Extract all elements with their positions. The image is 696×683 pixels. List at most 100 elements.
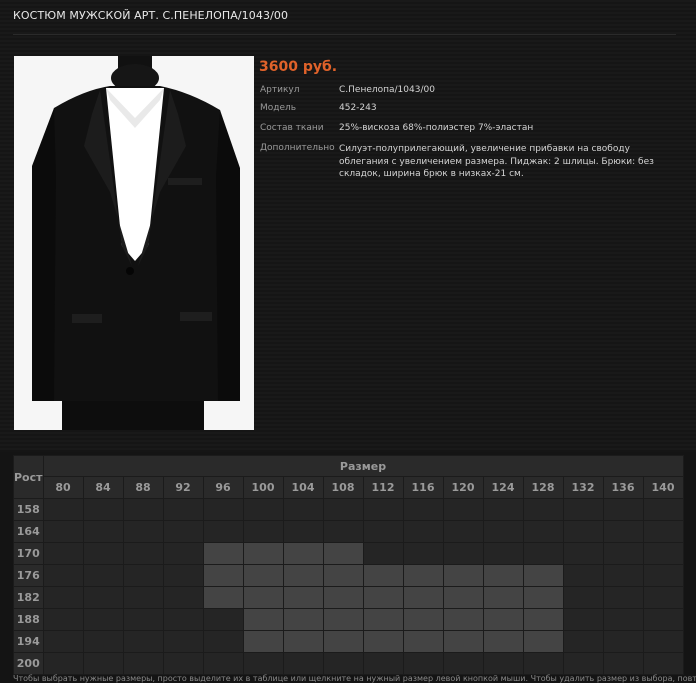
- size-cell-unavailable[interactable]: [642, 652, 684, 675]
- size-cell-available[interactable]: [402, 630, 444, 653]
- size-cell-unavailable[interactable]: [482, 498, 524, 521]
- size-cell-available[interactable]: [362, 564, 404, 587]
- size-cell-unavailable[interactable]: [42, 542, 84, 565]
- size-cell-unavailable[interactable]: [42, 586, 84, 609]
- size-cell-available[interactable]: [322, 608, 364, 631]
- size-cell-unavailable[interactable]: [242, 498, 284, 521]
- size-cell-unavailable[interactable]: [162, 608, 204, 631]
- size-col-header[interactable]: 96: [202, 476, 244, 499]
- size-cell-unavailable[interactable]: [42, 564, 84, 587]
- size-cell-unavailable[interactable]: [202, 520, 244, 543]
- size-col-header[interactable]: 140: [642, 476, 684, 499]
- size-cell-unavailable[interactable]: [82, 520, 124, 543]
- height-row-header[interactable]: 158: [13, 498, 44, 521]
- size-cell-available[interactable]: [402, 564, 444, 587]
- size-cell-unavailable[interactable]: [482, 652, 524, 675]
- size-cell-unavailable[interactable]: [442, 498, 484, 521]
- size-col-header[interactable]: 100: [242, 476, 284, 499]
- size-cell-unavailable[interactable]: [602, 630, 644, 653]
- size-cell-available[interactable]: [362, 608, 404, 631]
- size-cell-available[interactable]: [202, 586, 244, 609]
- size-cell-unavailable[interactable]: [42, 520, 84, 543]
- size-cell-unavailable[interactable]: [122, 608, 164, 631]
- size-cell-unavailable[interactable]: [122, 498, 164, 521]
- size-cell-available[interactable]: [282, 542, 324, 565]
- size-cell-unavailable[interactable]: [522, 498, 564, 521]
- size-cell-unavailable[interactable]: [122, 630, 164, 653]
- height-row-header[interactable]: 182: [13, 586, 44, 609]
- size-col-header[interactable]: 132: [562, 476, 604, 499]
- size-cell-available[interactable]: [522, 630, 564, 653]
- size-cell-available[interactable]: [402, 608, 444, 631]
- size-cell-unavailable[interactable]: [82, 564, 124, 587]
- size-cell-unavailable[interactable]: [562, 630, 604, 653]
- size-cell-unavailable[interactable]: [162, 630, 204, 653]
- height-row-header[interactable]: 176: [13, 564, 44, 587]
- size-cell-unavailable[interactable]: [42, 652, 84, 675]
- size-cell-unavailable[interactable]: [522, 542, 564, 565]
- size-cell-available[interactable]: [522, 586, 564, 609]
- size-cell-unavailable[interactable]: [642, 564, 684, 587]
- size-col-header[interactable]: 128: [522, 476, 564, 499]
- size-cell-unavailable[interactable]: [402, 542, 444, 565]
- size-cell-available[interactable]: [522, 608, 564, 631]
- size-cell-available[interactable]: [242, 564, 284, 587]
- size-cell-unavailable[interactable]: [202, 608, 244, 631]
- size-cell-available[interactable]: [482, 586, 524, 609]
- size-cell-unavailable[interactable]: [202, 652, 244, 675]
- size-cell-unavailable[interactable]: [282, 520, 324, 543]
- size-cell-unavailable[interactable]: [82, 542, 124, 565]
- size-cell-available[interactable]: [202, 564, 244, 587]
- size-cell-unavailable[interactable]: [602, 608, 644, 631]
- size-cell-unavailable[interactable]: [122, 652, 164, 675]
- size-cell-unavailable[interactable]: [402, 520, 444, 543]
- size-cell-available[interactable]: [242, 542, 284, 565]
- size-cell-unavailable[interactable]: [402, 498, 444, 521]
- size-cell-unavailable[interactable]: [202, 498, 244, 521]
- size-col-header[interactable]: 120: [442, 476, 484, 499]
- size-cell-unavailable[interactable]: [602, 520, 644, 543]
- size-cell-available[interactable]: [362, 586, 404, 609]
- size-cell-unavailable[interactable]: [82, 608, 124, 631]
- size-col-header[interactable]: 124: [482, 476, 524, 499]
- size-cell-unavailable[interactable]: [82, 652, 124, 675]
- size-cell-unavailable[interactable]: [122, 520, 164, 543]
- size-cell-unavailable[interactable]: [522, 520, 564, 543]
- size-cell-available[interactable]: [242, 630, 284, 653]
- size-cell-unavailable[interactable]: [362, 520, 404, 543]
- size-cell-unavailable[interactable]: [122, 586, 164, 609]
- size-cell-unavailable[interactable]: [642, 630, 684, 653]
- size-cell-unavailable[interactable]: [202, 630, 244, 653]
- size-cell-available[interactable]: [322, 564, 364, 587]
- size-cell-unavailable[interactable]: [482, 542, 524, 565]
- size-cell-unavailable[interactable]: [642, 608, 684, 631]
- height-row-header[interactable]: 170: [13, 542, 44, 565]
- size-cell-unavailable[interactable]: [602, 498, 644, 521]
- size-cell-available[interactable]: [442, 586, 484, 609]
- size-col-header[interactable]: 84: [82, 476, 124, 499]
- size-col-header[interactable]: 108: [322, 476, 364, 499]
- size-cell-available[interactable]: [442, 564, 484, 587]
- size-cell-unavailable[interactable]: [242, 652, 284, 675]
- size-col-header[interactable]: 88: [122, 476, 164, 499]
- size-col-header[interactable]: 92: [162, 476, 204, 499]
- size-cell-unavailable[interactable]: [602, 652, 644, 675]
- size-cell-available[interactable]: [362, 630, 404, 653]
- size-cell-unavailable[interactable]: [322, 498, 364, 521]
- size-cell-unavailable[interactable]: [322, 520, 364, 543]
- size-cell-unavailable[interactable]: [442, 520, 484, 543]
- size-cell-unavailable[interactable]: [42, 498, 84, 521]
- size-cell-unavailable[interactable]: [442, 652, 484, 675]
- size-col-header[interactable]: 136: [602, 476, 644, 499]
- size-cell-unavailable[interactable]: [162, 652, 204, 675]
- size-cell-unavailable[interactable]: [242, 520, 284, 543]
- size-cell-available[interactable]: [242, 608, 284, 631]
- size-cell-unavailable[interactable]: [162, 586, 204, 609]
- size-cell-unavailable[interactable]: [602, 586, 644, 609]
- size-cell-unavailable[interactable]: [322, 652, 364, 675]
- size-cell-available[interactable]: [322, 586, 364, 609]
- size-cell-unavailable[interactable]: [122, 542, 164, 565]
- size-cell-unavailable[interactable]: [562, 608, 604, 631]
- size-cell-unavailable[interactable]: [82, 630, 124, 653]
- size-cell-available[interactable]: [282, 630, 324, 653]
